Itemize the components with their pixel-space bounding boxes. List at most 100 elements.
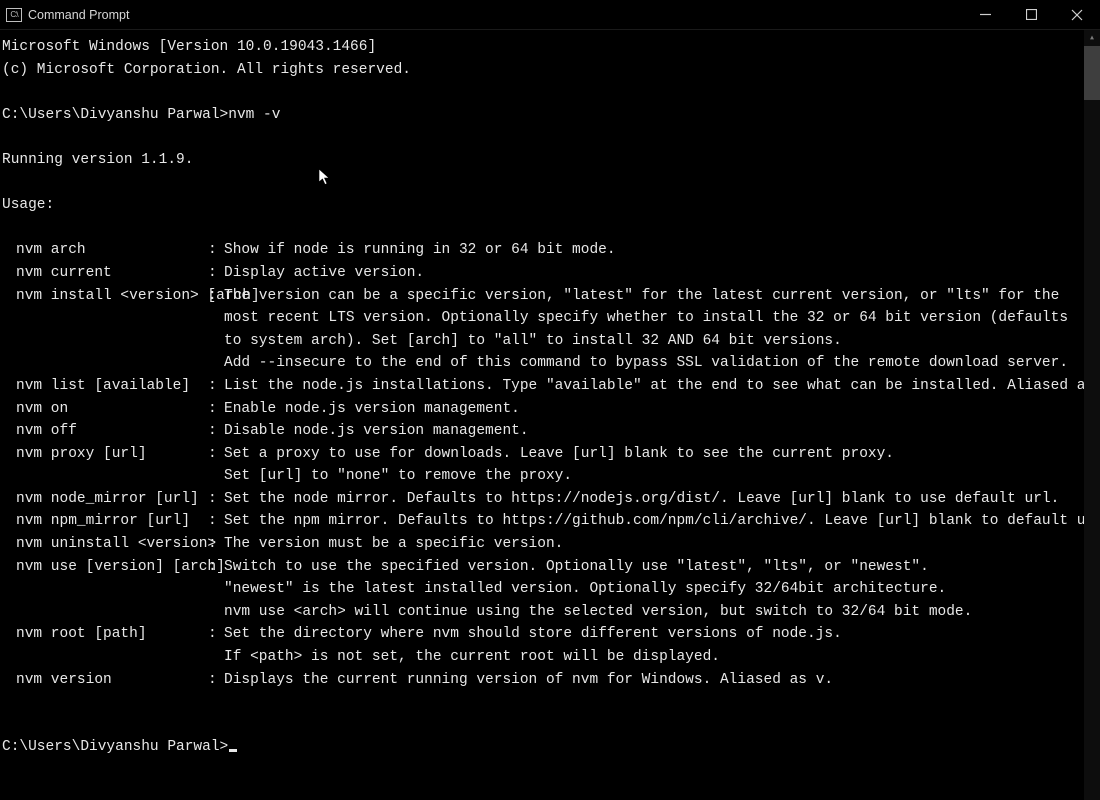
nvm-running-line: Running version 1.1.9. (2, 152, 193, 168)
help-row: Add --insecure to the end of this comman… (2, 352, 1082, 375)
terminal-line: Running version 1.1.9. (2, 149, 1082, 172)
copyright-line: (c) Microsoft Corporation. All rights re… (2, 62, 411, 78)
help-row: nvm install <version> [arch]: The versio… (2, 285, 1082, 308)
help-description: Displays the current running version of … (224, 669, 1082, 692)
help-row: nvm proxy [url]: Set a proxy to use for … (2, 443, 1082, 466)
maximize-icon (1026, 9, 1037, 20)
help-description: Set a proxy to use for downloads. Leave … (224, 443, 1082, 466)
help-separator: : (208, 510, 224, 533)
help-command: nvm uninstall <version> (2, 533, 208, 556)
help-command: nvm version (2, 669, 208, 692)
help-description: The version must be a specific version. (224, 533, 1082, 556)
window-title-text: Command Prompt (28, 8, 129, 22)
help-separator: : (208, 533, 224, 556)
help-description: Display active version. (224, 262, 1082, 285)
usage-label: Usage: (2, 197, 54, 213)
client-area: Microsoft Windows [Version 10.0.19043.14… (0, 30, 1100, 800)
maximize-button[interactable] (1008, 0, 1054, 30)
scrollbar[interactable]: ▴ (1084, 30, 1100, 800)
help-row: "newest" is the latest installed version… (2, 578, 1082, 601)
help-row: nvm use [version] [arch]: Switch to use … (2, 556, 1082, 579)
os-version-line: Microsoft Windows [Version 10.0.19043.14… (2, 39, 376, 55)
help-separator: : (208, 556, 224, 579)
help-row: Set [url] to "none" to remove the proxy. (2, 465, 1082, 488)
terminal-line (2, 172, 1082, 195)
help-description: The version can be a specific version, "… (224, 285, 1082, 308)
help-command: nvm list [available] (2, 375, 208, 398)
close-button[interactable] (1054, 0, 1100, 30)
help-command: nvm node_mirror [url] (2, 488, 208, 511)
help-row: nvm arch: Show if node is running in 32 … (2, 239, 1082, 262)
titlebar[interactable]: C:\ Command Prompt (0, 0, 1100, 30)
prompt-text: C:\Users\Divyanshu Parwal> (2, 107, 228, 123)
prompt-text: C:\Users\Divyanshu Parwal> (2, 739, 228, 755)
help-description: Set the directory where nvm should store… (224, 623, 1082, 646)
help-row: nvm npm_mirror [url]: Set the npm mirror… (2, 510, 1082, 533)
text-cursor (229, 749, 237, 752)
help-description-cont: If <path> is not set, the current root w… (224, 649, 720, 665)
help-command: nvm on (2, 398, 208, 421)
help-command: nvm proxy [url] (2, 443, 208, 466)
terminal-line: C:\Users\Divyanshu Parwal> (2, 736, 1082, 759)
help-row: nvm on: Enable node.js version managemen… (2, 398, 1082, 421)
help-row: nvm use <arch> will continue using the s… (2, 601, 1082, 624)
terminal-line (2, 81, 1082, 104)
help-separator: : (208, 669, 224, 692)
help-row: nvm current: Display active version. (2, 262, 1082, 285)
help-separator: : (208, 262, 224, 285)
scroll-up-arrow-icon[interactable]: ▴ (1084, 30, 1100, 46)
terminal-line (2, 126, 1082, 149)
help-description: Show if node is running in 32 or 64 bit … (224, 239, 1082, 262)
help-separator: : (208, 375, 224, 398)
help-separator: : (208, 285, 224, 308)
help-description: Switch to use the specified version. Opt… (224, 556, 1082, 579)
minimize-button[interactable] (962, 0, 1008, 30)
help-row: nvm list [available]: List the node.js i… (2, 375, 1082, 398)
help-command: nvm use [version] [arch] (2, 556, 208, 579)
help-row: to system arch). Set [arch] to "all" to … (2, 330, 1082, 353)
help-description: Disable node.js version management. (224, 420, 1082, 443)
terminal-line: (c) Microsoft Corporation. All rights re… (2, 59, 1082, 82)
close-icon (1071, 9, 1083, 21)
help-description-cont: most recent LTS version. Optionally spec… (224, 310, 1068, 326)
help-description-cont: Set [url] to "none" to remove the proxy. (224, 468, 572, 484)
minimize-icon (980, 9, 991, 20)
help-row: nvm version: Displays the current runnin… (2, 669, 1082, 692)
help-separator: : (208, 239, 224, 262)
help-description: List the node.js installations. Type "av… (224, 375, 1084, 398)
help-description-cont: "newest" is the latest installed version… (224, 581, 946, 597)
help-separator: : (208, 398, 224, 421)
scroll-thumb[interactable] (1084, 46, 1100, 100)
help-separator: : (208, 488, 224, 511)
help-row: nvm uninstall <version>: The version mus… (2, 533, 1082, 556)
help-description-cont: to system arch). Set [arch] to "all" to … (224, 333, 842, 349)
help-separator: : (208, 420, 224, 443)
help-command: nvm install <version> [arch] (2, 285, 208, 308)
entered-command: nvm -v (228, 107, 280, 123)
help-separator: : (208, 443, 224, 466)
terminal-line (2, 217, 1082, 240)
help-description-cont: Add --insecure to the end of this comman… (224, 355, 1068, 371)
terminal-line (2, 691, 1082, 714)
terminal-line: C:\Users\Divyanshu Parwal>nvm -v (2, 104, 1082, 127)
help-description-cont: nvm use <arch> will continue using the s… (224, 604, 972, 620)
help-command: nvm arch (2, 239, 208, 262)
help-separator: : (208, 623, 224, 646)
help-command: nvm npm_mirror [url] (2, 510, 208, 533)
help-row: nvm off: Disable node.js version managem… (2, 420, 1082, 443)
terminal-output[interactable]: Microsoft Windows [Version 10.0.19043.14… (0, 30, 1084, 800)
terminal-line (2, 714, 1082, 737)
help-command: nvm current (2, 262, 208, 285)
help-row: If <path> is not set, the current root w… (2, 646, 1082, 669)
help-description: Set the npm mirror. Defaults to https://… (224, 510, 1084, 533)
help-row: nvm node_mirror [url]: Set the node mirr… (2, 488, 1082, 511)
help-description: Set the node mirror. Defaults to https:/… (224, 488, 1082, 511)
help-row: most recent LTS version. Optionally spec… (2, 307, 1082, 330)
window-controls (962, 0, 1100, 30)
help-command: nvm off (2, 420, 208, 443)
cmd-icon: C:\ (6, 8, 22, 22)
help-row: nvm root [path]: Set the directory where… (2, 623, 1082, 646)
help-command: nvm root [path] (2, 623, 208, 646)
window-title: C:\ Command Prompt (6, 8, 129, 22)
terminal-line: Microsoft Windows [Version 10.0.19043.14… (2, 36, 1082, 59)
